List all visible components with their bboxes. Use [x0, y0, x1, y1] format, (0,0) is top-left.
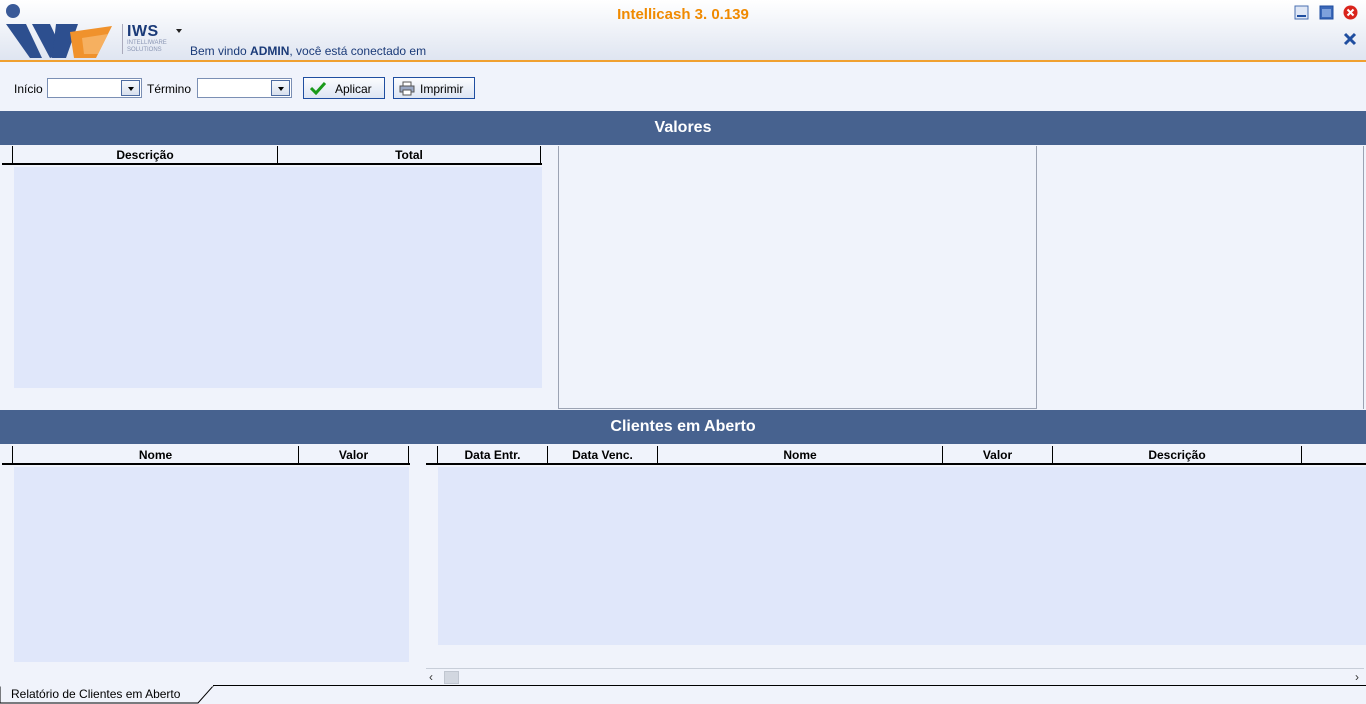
panel-divider	[558, 408, 1037, 409]
column-header-nome[interactable]: Nome	[657, 446, 942, 465]
print-button-label: Imprimir	[420, 82, 464, 96]
panel-divider	[1036, 146, 1037, 409]
tab-relatorio-clientes[interactable]: Relatório de Clientes em Aberto	[0, 685, 214, 704]
maximize-icon[interactable]	[1319, 5, 1334, 20]
column-header-data-entr[interactable]: Data Entr.	[437, 446, 547, 465]
valores-grid-body[interactable]	[14, 167, 542, 388]
scroll-right-icon[interactable]: ›	[1355, 670, 1359, 684]
column-header-data-venc[interactable]: Data Venc.	[547, 446, 657, 465]
menu-dropdown-icon[interactable]	[176, 29, 182, 33]
logo-subtitle-1: INTELLIWARE	[127, 40, 167, 46]
column-header-nome[interactable]: Nome	[12, 446, 298, 465]
close-window-icon[interactable]	[1343, 5, 1358, 20]
panel-divider	[558, 146, 559, 409]
chevron-down-icon	[278, 87, 284, 91]
welcome-prefix: Bem vindo	[190, 44, 251, 58]
termino-dropdown-button[interactable]	[271, 80, 290, 96]
inicio-dropdown-button[interactable]	[121, 80, 140, 96]
valores-grid[interactable]: Descrição Total	[2, 146, 542, 388]
inicio-date-combo[interactable]	[47, 78, 142, 98]
logo-wordmark: IWS INTELLIWARE SOLUTIONS	[122, 24, 172, 54]
apply-button[interactable]: Aplicar	[303, 77, 385, 99]
tab-label: Relatório de Clientes em Aberto	[11, 687, 181, 701]
welcome-user: ADMIN	[250, 44, 290, 58]
clientes-summary-grid-header: Nome Valor	[2, 446, 410, 465]
valores-grid-header: Descrição Total	[2, 146, 542, 165]
clientes-detail-grid[interactable]: Data Entr. Data Venc. Nome Valor Descriç…	[426, 446, 1366, 645]
scroll-left-icon[interactable]: ‹	[429, 670, 433, 684]
logo-subtitle-2: SOLUTIONS	[127, 47, 162, 53]
welcome-message: Bem vindo ADMIN, você está conectado em	[190, 44, 426, 58]
clientes-summary-grid-body[interactable]	[14, 467, 409, 662]
printer-icon	[399, 81, 415, 96]
clientes-detail-grid-header: Data Entr. Data Venc. Nome Valor Descriç…	[426, 446, 1366, 465]
termino-date-combo[interactable]	[197, 78, 292, 98]
app-title: Intellicash 3. 0.139	[617, 6, 749, 23]
horizontal-scrollbar[interactable]: ‹ ›	[426, 668, 1364, 685]
filter-toolbar: Início Término Aplicar Imprimir	[0, 64, 1366, 110]
column-header-total[interactable]: Total	[277, 146, 541, 165]
minimize-icon[interactable]	[1294, 5, 1309, 20]
valores-section-header: Valores	[0, 111, 1366, 145]
logo-name: IWS	[127, 23, 159, 40]
chevron-down-icon	[128, 87, 134, 91]
column-header-valor[interactable]: Valor	[298, 446, 409, 465]
termino-label: Término	[147, 82, 192, 96]
clientes-detail-grid-body[interactable]	[438, 467, 1366, 645]
checkmark-icon	[310, 81, 326, 95]
welcome-suffix: , você está conectado em	[289, 44, 427, 58]
clientes-section-header: Clientes em Aberto	[0, 410, 1366, 444]
app-header: IWS INTELLIWARE SOLUTIONS Bem vindo ADMI…	[0, 0, 1366, 62]
tab-bar: Relatório de Clientes em Aberto	[0, 685, 1366, 704]
panel-divider	[1363, 146, 1364, 409]
print-button[interactable]: Imprimir	[393, 77, 475, 99]
apply-button-label: Aplicar	[335, 82, 372, 96]
column-header-valor[interactable]: Valor	[942, 446, 1052, 465]
column-header-descricao[interactable]: Descrição	[1052, 446, 1302, 465]
column-header-descricao[interactable]: Descrição	[12, 146, 277, 165]
scrollbar-thumb[interactable]	[444, 671, 459, 684]
close-tab-icon[interactable]	[1342, 31, 1358, 47]
clientes-summary-grid[interactable]: Nome Valor	[2, 446, 410, 662]
inicio-label: Início	[14, 82, 43, 96]
